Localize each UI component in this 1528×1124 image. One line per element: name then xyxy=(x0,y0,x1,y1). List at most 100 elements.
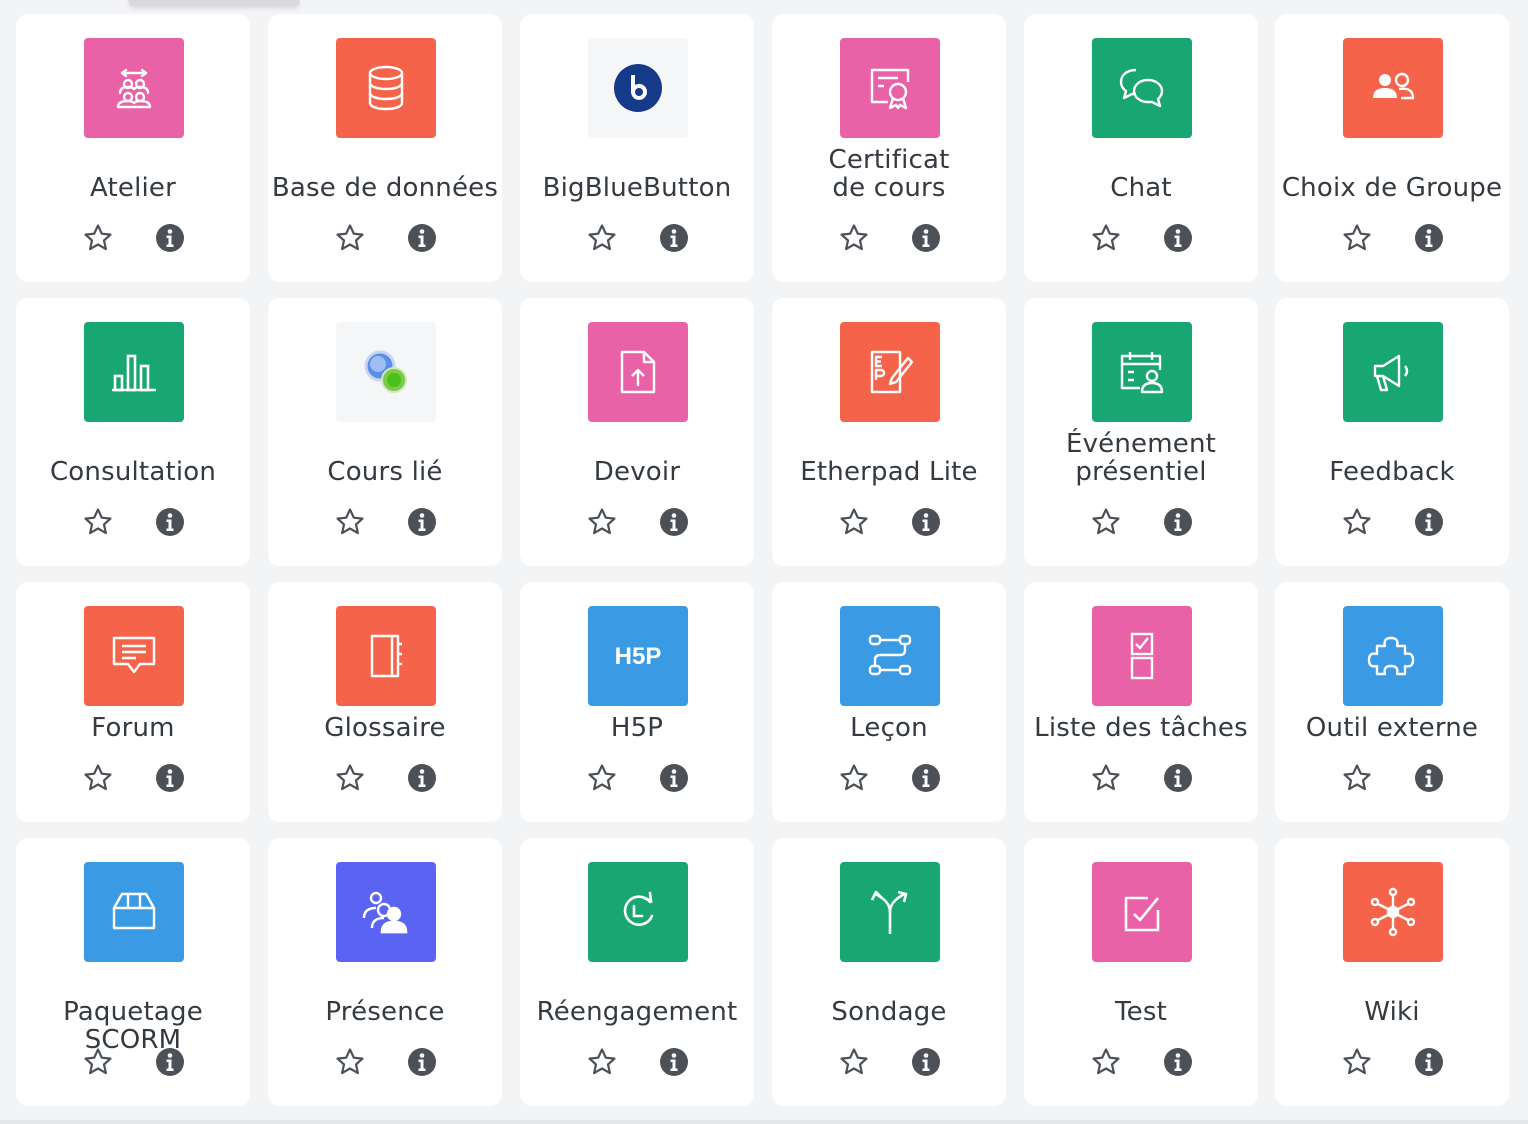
info-icon[interactable] xyxy=(1413,506,1445,538)
activity-card-consultation[interactable]: Consultation xyxy=(16,298,250,566)
linked-course-icon[interactable] xyxy=(336,322,436,422)
star-icon[interactable] xyxy=(334,762,366,794)
star-icon[interactable] xyxy=(1090,762,1122,794)
database-icon[interactable] xyxy=(336,38,436,138)
info-icon[interactable] xyxy=(1162,222,1194,254)
attendance-people-icon[interactable] xyxy=(336,862,436,962)
star-icon[interactable] xyxy=(1090,1046,1122,1078)
forum-icon[interactable] xyxy=(84,606,184,706)
star-icon[interactable] xyxy=(1341,506,1373,538)
glossary-book-icon[interactable] xyxy=(336,606,436,706)
star-icon[interactable] xyxy=(838,762,870,794)
star-icon[interactable] xyxy=(586,762,618,794)
activity-card-feedback[interactable]: Feedback xyxy=(1275,298,1509,566)
calendar-person-icon[interactable] xyxy=(1092,322,1192,422)
star-icon[interactable] xyxy=(334,506,366,538)
info-icon[interactable] xyxy=(910,222,942,254)
activity-card-test[interactable]: Test xyxy=(1024,838,1258,1106)
star-icon[interactable] xyxy=(82,1046,114,1078)
info-icon[interactable] xyxy=(406,762,438,794)
info-icon[interactable] xyxy=(910,1046,942,1078)
quiz-check-icon[interactable] xyxy=(1092,862,1192,962)
megaphone-icon[interactable] xyxy=(1343,322,1443,422)
info-icon[interactable] xyxy=(1162,506,1194,538)
info-icon[interactable] xyxy=(154,222,186,254)
activity-card-outil-externe[interactable]: Outil externe xyxy=(1275,582,1509,822)
activity-label[interactable]: Glossaire xyxy=(268,714,502,742)
star-icon[interactable] xyxy=(334,1046,366,1078)
activity-label[interactable]: Etherpad Lite xyxy=(772,458,1006,486)
star-icon[interactable] xyxy=(1090,506,1122,538)
info-icon[interactable] xyxy=(910,506,942,538)
activity-label[interactable]: Test xyxy=(1024,998,1258,1026)
star-icon[interactable] xyxy=(586,222,618,254)
info-icon[interactable] xyxy=(1162,1046,1194,1078)
activity-card-choix-de-groupe[interactable]: Choix de Groupe xyxy=(1275,14,1509,282)
lesson-path-icon[interactable] xyxy=(840,606,940,706)
info-icon[interactable] xyxy=(406,222,438,254)
star-icon[interactable] xyxy=(82,506,114,538)
activity-label[interactable]: Base de données xyxy=(268,174,502,202)
activity-card-cours-lie[interactable]: Cours lié xyxy=(268,298,502,566)
activity-card-wiki[interactable]: Wiki xyxy=(1275,838,1509,1106)
activity-card-bigbluebutton[interactable]: BigBlueButton xyxy=(520,14,754,282)
star-icon[interactable] xyxy=(1341,762,1373,794)
info-icon[interactable] xyxy=(1162,762,1194,794)
signpost-arrows-icon[interactable] xyxy=(840,862,940,962)
activity-label[interactable]: Outil externe xyxy=(1275,714,1509,742)
activity-card-chat[interactable]: Chat xyxy=(1024,14,1258,282)
activity-label[interactable]: Événement présentiel xyxy=(1024,430,1258,486)
activity-card-liste-des-taches[interactable]: Liste des tâches xyxy=(1024,582,1258,822)
star-icon[interactable] xyxy=(838,1046,870,1078)
puzzle-icon[interactable] xyxy=(1343,606,1443,706)
activity-label[interactable]: Leçon xyxy=(772,714,1006,742)
info-icon[interactable] xyxy=(658,222,690,254)
activity-card-glossaire[interactable]: Glossaire xyxy=(268,582,502,822)
activity-label[interactable]: Atelier xyxy=(16,174,250,202)
activity-label[interactable]: H5P xyxy=(520,714,754,742)
star-icon[interactable] xyxy=(1341,222,1373,254)
activity-label[interactable]: Feedback xyxy=(1275,458,1509,486)
activity-label[interactable]: BigBlueButton xyxy=(520,174,754,202)
activity-label[interactable]: Réengagement xyxy=(520,998,754,1026)
info-icon[interactable] xyxy=(1413,222,1445,254)
certificate-icon[interactable] xyxy=(840,38,940,138)
activity-card-atelier[interactable]: Atelier xyxy=(16,14,250,282)
star-icon[interactable] xyxy=(586,1046,618,1078)
activity-label[interactable]: Présence xyxy=(268,998,502,1026)
info-icon[interactable] xyxy=(154,1046,186,1078)
activity-card-lecon[interactable]: Leçon xyxy=(772,582,1006,822)
activity-label[interactable]: Devoir xyxy=(520,458,754,486)
group-choice-icon[interactable] xyxy=(1343,38,1443,138)
assignment-upload-icon[interactable] xyxy=(588,322,688,422)
activity-card-evenement-presentiel[interactable]: Événement présentiel xyxy=(1024,298,1258,566)
activity-card-forum[interactable]: Forum xyxy=(16,582,250,822)
info-icon[interactable] xyxy=(154,762,186,794)
info-icon[interactable] xyxy=(910,762,942,794)
activity-card-etherpad-lite[interactable]: Etherpad Lite xyxy=(772,298,1006,566)
star-icon[interactable] xyxy=(82,222,114,254)
activity-card-base-de-donnees[interactable]: Base de données xyxy=(268,14,502,282)
activity-label[interactable]: Certificat de cours xyxy=(772,146,1006,202)
info-icon[interactable] xyxy=(1413,762,1445,794)
info-icon[interactable] xyxy=(658,1046,690,1078)
info-icon[interactable] xyxy=(1413,1046,1445,1078)
activity-label[interactable]: Choix de Groupe xyxy=(1275,174,1509,202)
star-icon[interactable] xyxy=(82,762,114,794)
star-icon[interactable] xyxy=(838,506,870,538)
info-icon[interactable] xyxy=(658,506,690,538)
activity-card-reengagement[interactable]: Réengagement xyxy=(520,838,754,1106)
bigbluebutton-icon[interactable] xyxy=(588,38,688,138)
activity-card-h5p[interactable]: H5P H5P xyxy=(520,582,754,822)
info-icon[interactable] xyxy=(406,1046,438,1078)
activity-label[interactable]: Sondage xyxy=(772,998,1006,1026)
info-icon[interactable] xyxy=(406,506,438,538)
star-icon[interactable] xyxy=(334,222,366,254)
info-icon[interactable] xyxy=(658,762,690,794)
activity-card-devoir[interactable]: Devoir xyxy=(520,298,754,566)
activity-card-paquetage-scorm[interactable]: Paquetage SCORM xyxy=(16,838,250,1106)
info-icon[interactable] xyxy=(154,506,186,538)
star-icon[interactable] xyxy=(1341,1046,1373,1078)
reengagement-clock-icon[interactable] xyxy=(588,862,688,962)
activity-label[interactable]: Liste des tâches xyxy=(1024,714,1258,742)
